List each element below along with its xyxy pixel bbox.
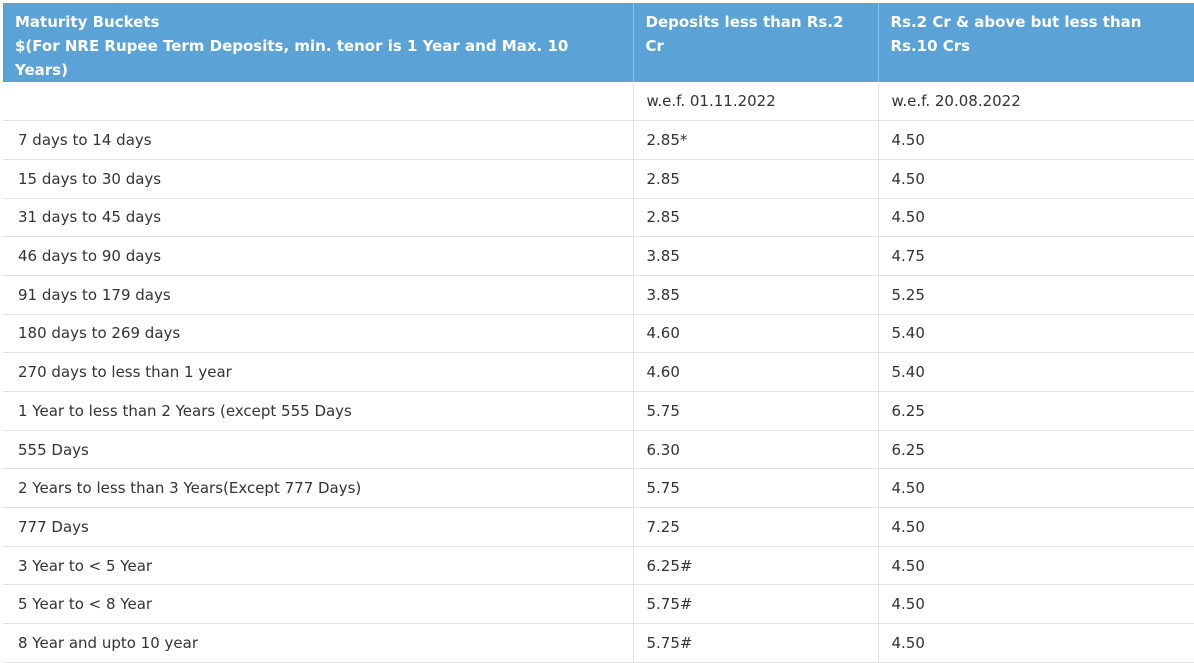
header-maturity-buckets: Maturity Buckets $(For NRE Rupee Term De… xyxy=(3,3,634,82)
maturity-bucket-cell: 7 days to 14 days xyxy=(3,120,634,160)
table-row: 15 days to 30 days 2.85 4.50 xyxy=(3,159,1194,199)
rate-lt-2cr-cell: 4.60 xyxy=(633,314,879,354)
table-row: 2 Years to less than 3 Years(Except 777 … xyxy=(3,468,1194,509)
maturity-bucket-cell: 5 Year to < 8 Year xyxy=(3,584,634,625)
maturity-bucket-cell: 46 days to 90 days xyxy=(3,236,634,276)
maturity-bucket-cell: 31 days to 45 days xyxy=(3,198,634,238)
rate-2cr-to-10cr-cell: 5.40 xyxy=(878,352,1194,392)
table-row: 7 days to 14 days 2.85* 4.50 xyxy=(3,120,1194,160)
table-row: 1 Year to less than 2 Years (except 555 … xyxy=(3,391,1194,431)
rate-2cr-to-10cr-cell: 4.75 xyxy=(878,236,1194,276)
interest-rate-table: Maturity Buckets $(For NRE Rupee Term De… xyxy=(3,3,1194,663)
rate-lt-2cr-cell: 4.60 xyxy=(633,352,879,392)
table-row: 31 days to 45 days 2.85 4.50 xyxy=(3,198,1194,238)
rate-2cr-to-10cr-cell: 5.25 xyxy=(878,275,1194,315)
rate-2cr-to-10cr-cell: 4.50 xyxy=(878,198,1194,238)
rate-lt-2cr-cell: 7.25 xyxy=(633,507,879,547)
rate-2cr-to-10cr-cell: 4.50 xyxy=(878,584,1194,625)
table-header: Maturity Buckets $(For NRE Rupee Term De… xyxy=(3,3,1194,82)
maturity-bucket-cell: 555 Days xyxy=(3,430,634,470)
table-row: 555 Days 6.30 6.25 xyxy=(3,430,1194,470)
rate-lt-2cr-cell: 5.75# xyxy=(633,623,879,663)
effective-date-lt-2cr: w.e.f. 01.11.2022 xyxy=(633,82,879,122)
maturity-bucket-cell: 3 Year to < 5 Year xyxy=(3,546,634,586)
rate-lt-2cr-cell: 3.85 xyxy=(633,275,879,315)
header-maturity-title: Maturity Buckets xyxy=(15,13,160,31)
rate-2cr-to-10cr-cell: 6.25 xyxy=(878,391,1194,431)
rate-lt-2cr-cell: 6.30 xyxy=(633,430,879,470)
maturity-bucket-cell: 8 Year and upto 10 year xyxy=(3,623,634,663)
rate-2cr-to-10cr-cell: 4.50 xyxy=(878,159,1194,199)
effective-date-label xyxy=(3,82,634,122)
table-row: 5 Year to < 8 Year 5.75# 4.50 xyxy=(3,584,1194,625)
table-row: 91 days to 179 days 3.85 5.25 xyxy=(3,275,1194,315)
rate-lt-2cr-cell: 5.75 xyxy=(633,391,879,431)
header-row: Maturity Buckets $(For NRE Rupee Term De… xyxy=(3,3,1194,82)
table-row: 46 days to 90 days 3.85 4.75 xyxy=(3,236,1194,276)
rate-lt-2cr-cell: 3.85 xyxy=(633,236,879,276)
rate-lt-2cr-cell: 6.25# xyxy=(633,546,879,586)
rate-2cr-to-10cr-cell: 6.25 xyxy=(878,430,1194,470)
interest-rate-table-container: Maturity Buckets $(For NRE Rupee Term De… xyxy=(3,3,1194,663)
maturity-bucket-cell: 180 days to 269 days xyxy=(3,314,634,354)
maturity-bucket-cell: 15 days to 30 days xyxy=(3,159,634,199)
table-row: 270 days to less than 1 year 4.60 5.40 xyxy=(3,352,1194,392)
rate-lt-2cr-cell: 2.85 xyxy=(633,159,879,199)
rate-2cr-to-10cr-cell: 4.50 xyxy=(878,623,1194,663)
header-maturity-note: $(For NRE Rupee Term Deposits, min. teno… xyxy=(15,37,569,79)
table-row: 777 Days 7.25 4.50 xyxy=(3,507,1194,547)
table-body: w.e.f. 01.11.2022 w.e.f. 20.08.2022 7 da… xyxy=(3,82,1194,663)
rate-lt-2cr-cell: 2.85* xyxy=(633,120,879,160)
rate-2cr-to-10cr-cell: 4.50 xyxy=(878,507,1194,547)
rate-lt-2cr-cell: 5.75# xyxy=(633,584,879,625)
header-deposits-lt-2cr: Deposits less than Rs.2 Cr xyxy=(633,3,879,82)
header-deposits-2cr-to-10cr: Rs.2 Cr & above but less than Rs.10 Crs xyxy=(878,3,1194,82)
rate-2cr-to-10cr-cell: 5.40 xyxy=(878,314,1194,354)
rate-lt-2cr-cell: 5.75 xyxy=(633,468,879,509)
table-row: 8 Year and upto 10 year 5.75# 4.50 xyxy=(3,623,1194,663)
rate-2cr-to-10cr-cell: 4.50 xyxy=(878,546,1194,586)
table-row: 180 days to 269 days 4.60 5.40 xyxy=(3,314,1194,354)
effective-date-row: w.e.f. 01.11.2022 w.e.f. 20.08.2022 xyxy=(3,82,1194,122)
maturity-bucket-cell: 1 Year to less than 2 Years (except 555 … xyxy=(3,391,634,431)
maturity-bucket-cell: 91 days to 179 days xyxy=(3,275,634,315)
rate-lt-2cr-cell: 2.85 xyxy=(633,198,879,238)
rate-2cr-to-10cr-cell: 4.50 xyxy=(878,120,1194,160)
maturity-bucket-cell: 777 Days xyxy=(3,507,634,547)
rate-2cr-to-10cr-cell: 4.50 xyxy=(878,468,1194,509)
maturity-bucket-cell: 2 Years to less than 3 Years(Except 777 … xyxy=(3,468,634,509)
maturity-bucket-cell: 270 days to less than 1 year xyxy=(3,352,634,392)
table-row: 3 Year to < 5 Year 6.25# 4.50 xyxy=(3,546,1194,586)
effective-date-2cr-to-10cr: w.e.f. 20.08.2022 xyxy=(878,82,1194,122)
